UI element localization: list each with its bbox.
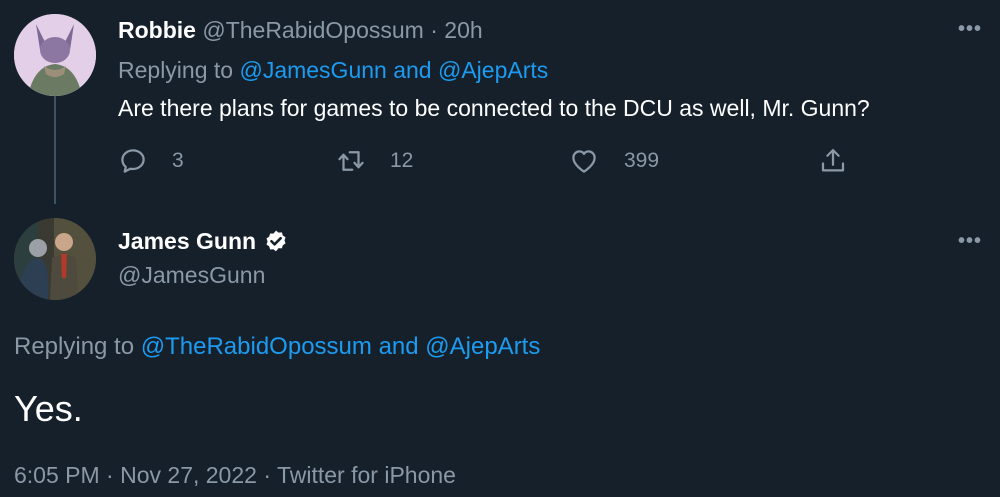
main-tweet-author: James Gunn: [118, 228, 289, 255]
more-icon[interactable]: •••: [958, 18, 982, 41]
replying-to: Replying to @JamesGunn and @AjepArts: [118, 57, 548, 84]
retweet-button[interactable]: 12: [336, 146, 413, 176]
replying-label: Replying to: [14, 333, 135, 360]
replying-and: and: [378, 333, 419, 360]
retweet-count: 12: [390, 149, 414, 172]
separator: ·: [106, 462, 114, 488]
replying-mention-1[interactable]: @JamesGunn: [239, 57, 386, 83]
author-handle[interactable]: @JamesGunn: [118, 262, 265, 289]
tweet-date[interactable]: Nov 27, 2022: [120, 462, 257, 488]
separator: ·: [263, 462, 271, 488]
author-name[interactable]: James Gunn: [118, 228, 256, 255]
avatar-image: [14, 218, 96, 300]
tweet-metadata: 6:05 PM · Nov 27, 2022 · Twitter for iPh…: [14, 462, 456, 489]
verified-badge-icon: [266, 230, 286, 251]
tweet-time[interactable]: 6:05 PM: [14, 462, 100, 488]
reply-icon: [121, 149, 145, 173]
share-button[interactable]: [818, 146, 848, 176]
author-handle[interactable]: @TheRabidOpossum: [202, 17, 424, 43]
replying-mention-2[interactable]: @AjepArts: [438, 57, 548, 83]
heart-icon: [572, 150, 596, 173]
like-button[interactable]: 399: [568, 146, 659, 176]
main-tweet-text: Yes.: [14, 388, 83, 429]
thread-line: [54, 96, 56, 204]
reply-count: 3: [172, 149, 184, 172]
time-ago[interactable]: 20h: [444, 17, 482, 43]
replying-label: Replying to: [118, 57, 234, 83]
avatar-james-gunn[interactable]: [14, 218, 96, 300]
retweet-icon: [338, 151, 364, 171]
author-name[interactable]: Robbie: [118, 17, 196, 43]
like-count: 399: [624, 149, 660, 172]
reply-tweet-text: Are there plans for games to be connecte…: [118, 95, 870, 121]
separator: ·: [430, 17, 438, 43]
replying-to: Replying to @TheRabidOpossum and @AjepAr…: [14, 333, 540, 361]
avatar-robbie[interactable]: [14, 14, 96, 96]
replying-and: and: [393, 57, 432, 83]
replying-mention-2[interactable]: @AjepArts: [425, 333, 540, 360]
reply-tweet-header: Robbie @TheRabidOpossum · 20h: [118, 17, 483, 44]
more-icon[interactable]: •••: [958, 230, 982, 253]
avatar-image: [14, 14, 96, 96]
replying-mention-1[interactable]: @TheRabidOpossum: [141, 333, 372, 360]
tweet-source[interactable]: Twitter for iPhone: [277, 462, 456, 488]
share-icon: [821, 149, 845, 172]
reply-button[interactable]: 3: [118, 146, 184, 176]
